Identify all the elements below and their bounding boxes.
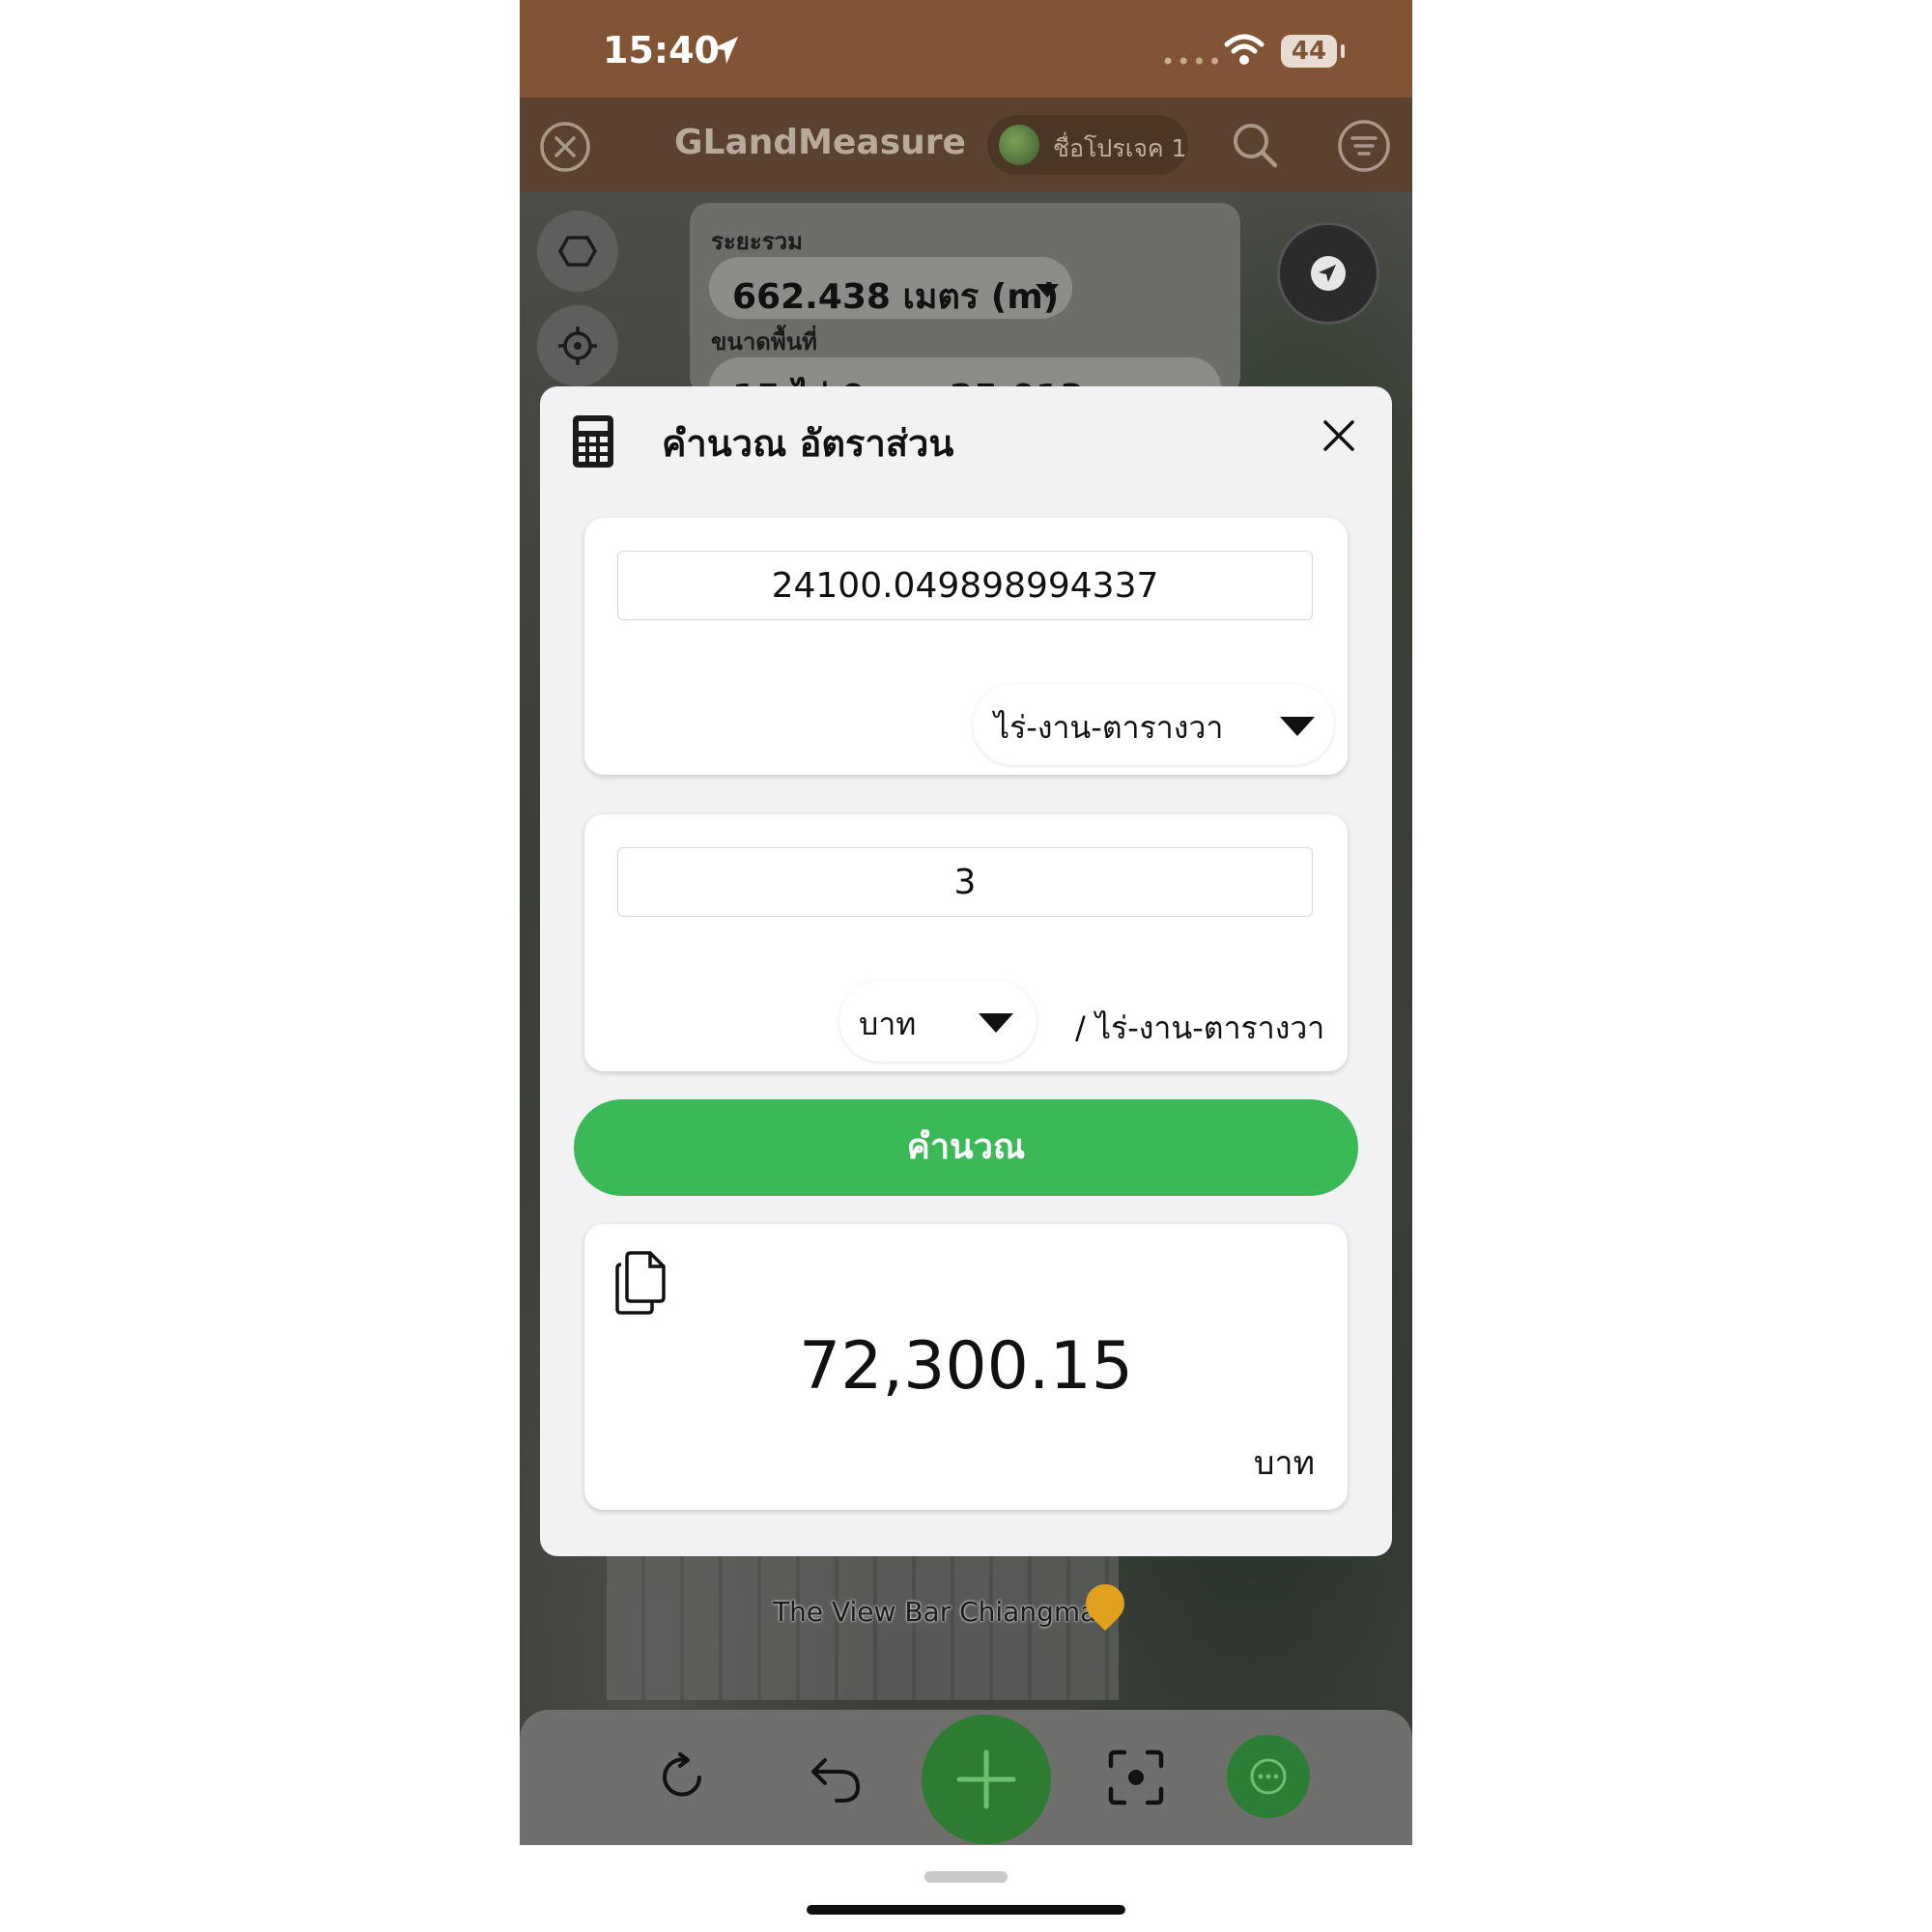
battery-level: 44 [1291,37,1327,66]
project-name: ชื่อโปรเจค 1 [1053,134,1187,162]
app-title: GLandMeasure [674,123,966,162]
dialog-title: คำนวณ อัตราส่วน [662,422,954,465]
currency-label: บาท [859,1006,917,1042]
capture-icon[interactable] [1107,1748,1165,1806]
copy-icon[interactable] [613,1249,668,1315]
area-unit-label: ไร่-งาน-ตารางวา [994,709,1224,746]
per-unit-label: / ไร่-งาน-ตารางวา [1075,1009,1325,1046]
center-location-button[interactable] [537,305,618,386]
area-label: ขนาดพื้นที่ [711,328,817,355]
drag-handle[interactable] [924,1871,1008,1883]
add-point-button[interactable] [922,1715,1051,1844]
close-circle-icon[interactable] [539,121,591,173]
signal-dots: •••• [1161,48,1224,75]
phone-screen: 15:40 •••• 44 GLandMeasure ชื่อโปรเจค 1 … [520,0,1412,1845]
distance-value: 662.438 เมตร (m) [732,277,1060,317]
dropdown-caret-icon [1280,717,1315,736]
project-selector[interactable]: ชื่อโปรเจค 1 [987,115,1188,175]
battery-icon: 44 [1281,35,1337,68]
rate-input[interactable]: 3 [617,847,1313,917]
map-buildings [607,1555,1119,1700]
dropdown-caret-icon [979,1013,1013,1033]
more-icon [1250,1758,1287,1795]
navigation-icon [1311,256,1346,291]
menu-icon[interactable] [1337,119,1391,173]
status-time: 15:40 [603,29,720,71]
area-input-card: 24100.049898994337 ไร่-งาน-ตารางวา [584,518,1348,775]
home-indicator[interactable] [807,1905,1125,1915]
refresh-icon[interactable] [657,1750,711,1804]
area-input[interactable]: 24100.049898994337 [617,551,1313,620]
undo-icon[interactable] [808,1750,864,1804]
dropdown-caret-icon [1036,284,1059,298]
polygon-icon [557,236,598,267]
battery-tip [1341,44,1345,58]
ratio-calculator-dialog: คำนวณ อัตราส่วน 24100.049898994337 ไร่-ง… [540,386,1392,1556]
navigation-button[interactable] [1277,222,1379,325]
location-arrow-icon [713,37,738,64]
area-unit-select[interactable]: ไร่-งาน-ตารางวา [973,684,1334,765]
calculator-icon [573,415,613,468]
wifi-icon [1224,34,1264,65]
distance-label: ระยะรวม [711,228,803,255]
polygon-mode-button[interactable] [537,211,618,292]
result-unit: บาท [1253,1444,1315,1483]
distance-unit-dropdown[interactable]: 662.438 เมตร (m) [709,257,1072,319]
rate-input-card: 3 บาท / ไร่-งาน-ตารางวา [584,814,1348,1071]
currency-select[interactable]: บาท [839,980,1037,1062]
poi-label[interactable]: The View Bar Chiangmai [773,1596,1104,1628]
calculate-button[interactable]: คำนวณ [574,1099,1358,1196]
more-button[interactable] [1227,1735,1310,1818]
result-value: 72,300.15 [798,1328,1134,1405]
app-bar: GLandMeasure ชื่อโปรเจค 1 [520,98,1412,192]
plus-icon [956,1749,1016,1809]
search-icon[interactable] [1229,119,1281,171]
project-thumbnail [999,125,1039,165]
close-icon[interactable] [1321,417,1357,454]
crosshair-icon [558,327,597,365]
result-card: 72,300.15 บาท [584,1224,1348,1510]
status-bar: 15:40 •••• 44 [520,0,1412,98]
